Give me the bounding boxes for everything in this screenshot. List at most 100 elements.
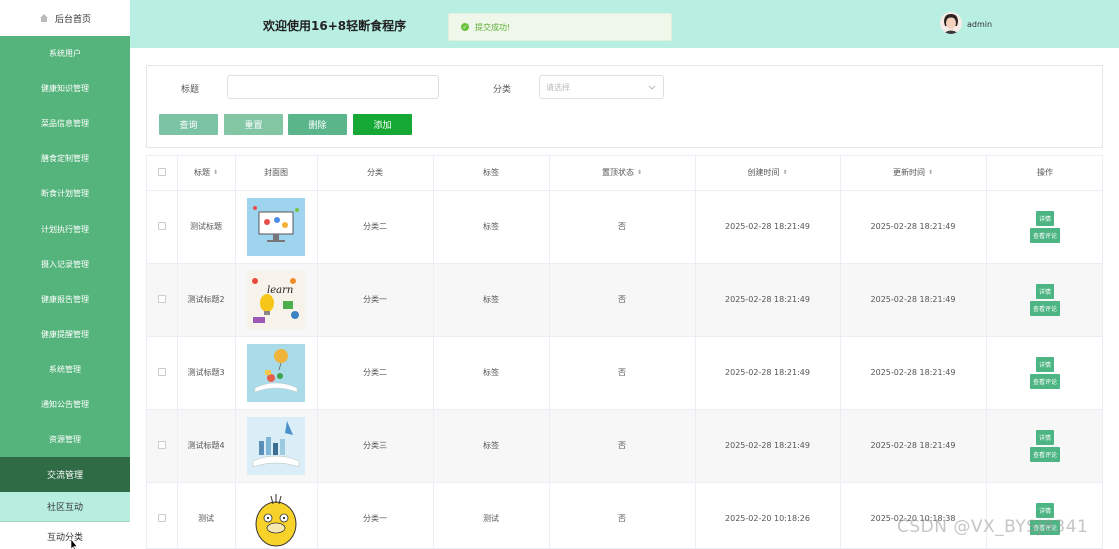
category-select[interactable]: 请选择 [539, 75, 664, 99]
view-comments-button[interactable]: 查看评论 [1029, 300, 1060, 316]
cell-category: 分类一 [317, 263, 434, 337]
column-header-updated[interactable]: 更新时间 ⬍ [840, 156, 987, 191]
row-checkbox[interactable] [157, 294, 166, 303]
row-checkbox[interactable] [157, 513, 166, 522]
cell-created: 2025-02-28 18:21:49 [695, 409, 841, 483]
sidebar-item-health-report[interactable]: 健康报告管理 [0, 282, 130, 317]
category-select-placeholder: 请选择 [546, 82, 570, 92]
column-header-label: 标题 [193, 168, 210, 178]
sort-icon[interactable]: ⬍ [213, 169, 218, 176]
cell-title: 测试标题3 [177, 336, 236, 410]
sidebar-item-label: 系统用户 [49, 49, 81, 59]
sidebar-item-label: 系统管理 [49, 364, 81, 374]
column-header-label: 创建时间 [747, 168, 780, 178]
view-comments-button[interactable]: 查看评论 [1029, 373, 1060, 389]
username[interactable]: admin [967, 20, 992, 29]
delete-button[interactable]: 删除 [288, 114, 347, 135]
add-button[interactable]: 添加 [353, 114, 412, 135]
cell-created: 2025-02-28 18:21:49 [695, 190, 841, 264]
cover-computer-illustration-image [247, 197, 305, 256]
sidebar-item-plan-execution[interactable]: 计划执行管理 [0, 211, 130, 246]
data-table: 标题 ⬍ 封面图 分类 标签 置顶状态 ⬍ 创建时间 ⬍ 更新时间 ⬍ 操作 测试标题 [146, 155, 1103, 549]
sidebar-item-label: 交流管理 [46, 471, 83, 482]
cell-title: 测试 [177, 482, 236, 548]
sidebar-item-dishes[interactable]: 菜品信息管理 [0, 106, 130, 141]
sidebar-home[interactable]: 后台首页 [0, 0, 130, 36]
sidebar-item-notices[interactable]: 通知公告管理 [0, 387, 130, 422]
chevron-down-icon [648, 85, 656, 90]
cover-learn-lightbulb-image: learn [247, 270, 305, 329]
reset-button[interactable]: 重置 [224, 114, 283, 135]
detail-button[interactable]: 详情 [1035, 283, 1054, 299]
cell-updated: 2025-02-28 18:21:49 [840, 263, 987, 337]
column-header-category: 分类 [317, 156, 434, 191]
sidebar-item-label: 菜品信息管理 [41, 119, 89, 129]
detail-button[interactable]: 详情 [1035, 210, 1054, 226]
sidebar-item-system-management[interactable]: 系统管理 [0, 352, 130, 387]
column-header-actions: 操作 [986, 156, 1102, 191]
detail-button[interactable]: 详情 [1035, 429, 1054, 445]
table-row: 测试标题 分类二 标签 否 2025-02-28 18:21:49 2025-0… [147, 190, 1102, 264]
sidebar-item-label: 膳食定制管理 [41, 154, 89, 164]
cell-pinned: 否 [549, 482, 696, 548]
column-header-label: 置顶状态 [601, 168, 634, 178]
cover-open-book-city-image [247, 416, 305, 475]
category-filter-label: 分类 [493, 85, 512, 95]
sidebar-item-system-users[interactable]: 系统用户 [0, 36, 130, 71]
column-header-label: 分类 [367, 168, 383, 178]
select-all-checkbox[interactable] [157, 167, 166, 176]
view-comments-button[interactable]: 查看评论 [1029, 227, 1060, 243]
sidebar-item-communication[interactable]: 交流管理 [0, 457, 130, 493]
sidebar-item-label: 资源管理 [49, 435, 81, 445]
row-checkbox[interactable] [157, 221, 166, 230]
row-checkbox[interactable] [157, 367, 166, 376]
cell-updated: 2025-02-28 18:21:49 [840, 190, 987, 264]
sidebar-item-label: 通知公告管理 [41, 399, 89, 409]
cell-updated: 2025-02-20 10:18:38 [840, 482, 987, 548]
cell-updated: 2025-02-28 18:21:49 [840, 336, 987, 410]
sidebar-item-label: 计划执行管理 [41, 224, 89, 234]
app-root: 后台首页 系统用户 健康知识管理 菜品信息管理 膳食定制管理 断食计划管理 计划… [0, 0, 1119, 549]
avatar[interactable] [940, 12, 962, 34]
detail-button[interactable]: 详情 [1035, 356, 1054, 372]
cell-title: 测试标题4 [177, 409, 236, 483]
row-checkbox[interactable] [157, 440, 166, 449]
cell-title: 测试标题 [177, 190, 236, 264]
cell-pinned: 否 [549, 409, 696, 483]
check-circle-icon: ✓ [461, 23, 469, 31]
sidebar-item-label: 健康知识管理 [41, 84, 89, 94]
sidebar-subitem-interaction-category[interactable]: 互动分类 [0, 522, 130, 549]
select-all-cell[interactable] [147, 156, 178, 191]
sidebar-item-health-reminder[interactable]: 健康提醒管理 [0, 317, 130, 352]
sidebar-item-resources[interactable]: 资源管理 [0, 422, 130, 457]
query-button[interactable]: 查询 [159, 114, 218, 135]
home-icon [39, 14, 48, 22]
sort-icon[interactable]: ⬍ [637, 169, 642, 176]
cell-pinned: 否 [549, 263, 696, 337]
table-row: 测试标题4 分类三 标签 否 2025-02-28 18:21:49 2025-… [147, 409, 1102, 483]
sidebar-item-intake-records[interactable]: 摄入记录管理 [0, 247, 130, 282]
sidebar-subitem-community[interactable]: 社区互动 [0, 492, 130, 523]
sidebar-item-health-knowledge[interactable]: 健康知识管理 [0, 71, 130, 106]
cell-tag: 标签 [433, 336, 550, 410]
title-search-input[interactable] [227, 75, 439, 99]
sidebar-item-label: 摄入记录管理 [41, 259, 89, 269]
sort-icon[interactable]: ⬍ [782, 169, 787, 176]
detail-button[interactable]: 详情 [1035, 502, 1054, 518]
title-filter-label: 标题 [181, 85, 200, 95]
cell-category: 分类三 [317, 409, 434, 483]
column-header-tag: 标签 [433, 156, 550, 191]
search-panel: 标题 分类 请选择 查询 重置 删除 添加 [146, 65, 1103, 148]
view-comments-button[interactable]: 查看评论 [1029, 446, 1060, 462]
sidebar-item-label: 健康提醒管理 [41, 329, 89, 339]
sort-icon[interactable]: ⬍ [928, 169, 933, 176]
column-header-title[interactable]: 标题 ⬍ [177, 156, 236, 191]
cover-yellow-duck-image [247, 489, 305, 548]
success-toast: ✓ 提交成功! [448, 13, 672, 41]
column-header-label: 更新时间 [892, 168, 925, 178]
sidebar-item-fasting-plan[interactable]: 断食计划管理 [0, 176, 130, 211]
column-header-created[interactable]: 创建时间 ⬍ [695, 156, 841, 191]
column-header-pinned[interactable]: 置顶状态 ⬍ [549, 156, 696, 191]
cell-category: 分类二 [317, 190, 434, 264]
sidebar-item-meal-custom[interactable]: 膳食定制管理 [0, 141, 130, 176]
